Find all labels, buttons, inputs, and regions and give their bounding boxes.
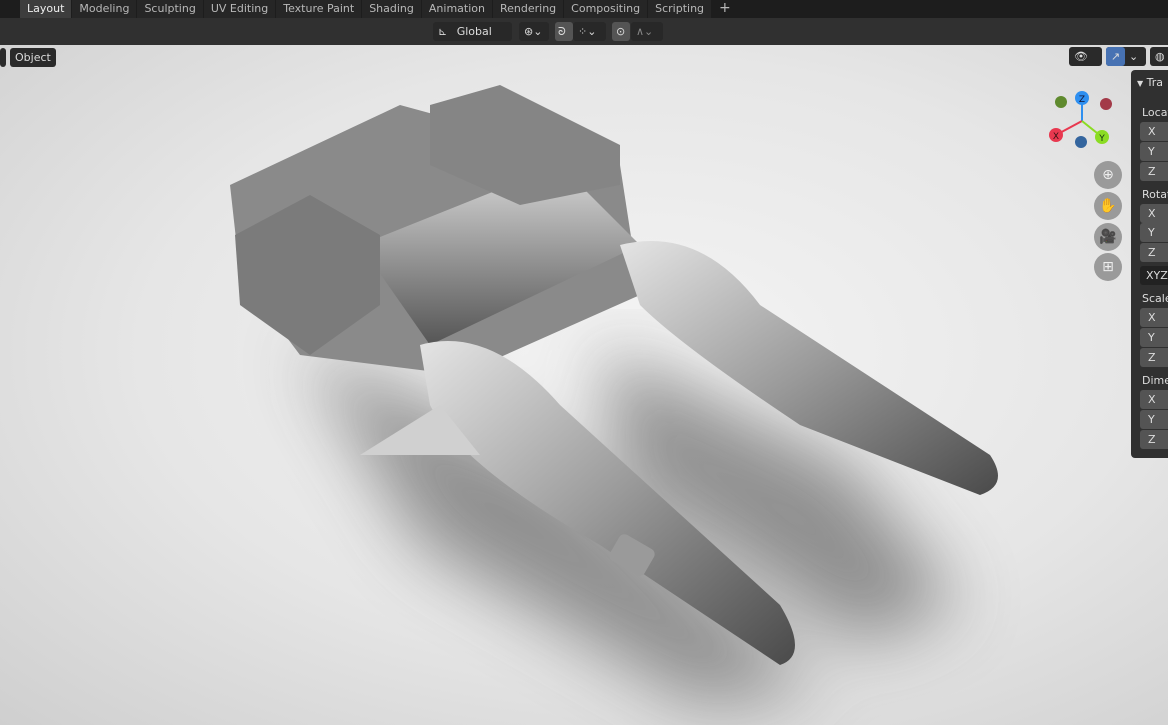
panel-header[interactable]: ▼ Tra — [1137, 76, 1168, 89]
shading-button[interactable]: ◍ — [1150, 47, 1168, 66]
proportional-edit-icon: ⊙ — [616, 25, 626, 38]
rotation-x-field[interactable]: X — [1140, 204, 1168, 223]
transform-orientation-icon: ⊾ — [438, 25, 448, 38]
falloff-curve-icon: ∧⌄ — [636, 25, 654, 38]
neg-y-axis-handle — [1055, 96, 1067, 108]
collapse-triangle-icon: ▼ — [1137, 79, 1144, 88]
viewport-header: ⊾ Global ⌄ ⊛⌄ ᘐ ⁘⌄ ⊙ ∧⌄ — [0, 18, 1168, 57]
editor-type-button[interactable] — [0, 48, 6, 67]
snap-target-dropdown[interactable]: ⁘⌄ — [573, 22, 606, 41]
gizmo-icon: ↗ — [1106, 47, 1125, 66]
pan-button[interactable]: ✋ — [1094, 192, 1122, 220]
tab-texture-paint[interactable]: Texture Paint — [276, 0, 362, 18]
3d-viewport[interactable]: Object 👁⌄ ↗ ⌄ ◍ Z X Y ⊕ ✋ 🎥 ⊞ — [0, 45, 1168, 725]
rotation-z-field[interactable]: Z — [1140, 243, 1168, 262]
location-y-field[interactable]: Y — [1140, 142, 1168, 161]
visibility-dropdown[interactable]: 👁⌄ — [1069, 47, 1102, 82]
tab-uv-editing[interactable]: UV Editing — [203, 0, 276, 18]
neg-z-axis-handle — [1075, 136, 1087, 148]
dimensions-x-field[interactable]: X — [1140, 390, 1168, 409]
snap-grid-icon: ⁘⌄ — [578, 25, 597, 38]
proportional-edit-toggle[interactable]: ⊙ — [612, 22, 630, 41]
zoom-button[interactable]: ⊕ — [1094, 161, 1122, 189]
chevron-down-icon: ⌄ — [1129, 50, 1139, 63]
tab-modeling[interactable]: Modeling — [72, 0, 137, 18]
orientation-label: Global — [456, 25, 492, 38]
camera-icon: 🎥 — [1099, 229, 1117, 245]
tab-scripting[interactable]: Scripting — [648, 0, 712, 18]
z-axis-label: Z — [1079, 95, 1085, 105]
scale-y-field[interactable]: Y — [1140, 328, 1168, 347]
perspective-toggle-button[interactable]: ⊞ — [1094, 253, 1122, 281]
location-x-field[interactable]: X — [1140, 122, 1168, 141]
rotation-label: Rotat — [1142, 188, 1168, 201]
gizmo-dropdown[interactable]: ↗ ⌄ — [1106, 47, 1146, 66]
location-label: Locat — [1142, 106, 1168, 119]
tab-shading[interactable]: Shading — [362, 0, 421, 18]
zoom-icon: ⊕ — [1102, 167, 1114, 183]
render-scene — [230, 85, 998, 705]
neg-x-axis-handle — [1100, 98, 1112, 110]
tab-layout[interactable]: Layout — [20, 0, 72, 18]
navigation-gizmo[interactable]: Z X Y — [1044, 88, 1120, 152]
x-axis-label: X — [1053, 132, 1059, 142]
tab-animation[interactable]: Animation — [421, 0, 492, 18]
camera-view-button[interactable]: 🎥 — [1094, 223, 1122, 251]
falloff-dropdown[interactable]: ∧⌄ — [631, 22, 663, 41]
dimensions-y-field[interactable]: Y — [1140, 410, 1168, 429]
add-workspace-button[interactable]: + — [712, 0, 738, 18]
object-mode-dropdown[interactable]: Object — [10, 48, 56, 67]
transform-panel: ▼ Tra Locat X Y Z Rotat X Y Z XYZ Scale … — [1131, 70, 1168, 458]
rotation-y-field[interactable]: Y — [1140, 223, 1168, 242]
y-axis-label: Y — [1098, 134, 1105, 144]
tab-compositing[interactable]: Compositing — [564, 0, 648, 18]
scale-label: Scale — [1142, 292, 1168, 305]
pivot-point-dropdown[interactable]: ⊛⌄ — [519, 22, 549, 41]
tab-sculpting[interactable]: Sculpting — [137, 0, 203, 18]
grid-perspective-icon: ⊞ — [1102, 259, 1114, 275]
sphere-shading-icon: ◍ — [1155, 50, 1165, 63]
pivot-point-icon: ⊛⌄ — [524, 25, 543, 38]
location-z-field[interactable]: Z — [1140, 162, 1168, 181]
scale-z-field[interactable]: Z — [1140, 348, 1168, 367]
workspace-tabs: Layout Modeling Sculpting UV Editing Tex… — [0, 0, 1168, 18]
scale-x-field[interactable]: X — [1140, 308, 1168, 327]
rotation-mode-dropdown[interactable]: XYZ — [1140, 266, 1168, 285]
dimensions-z-field[interactable]: Z — [1140, 430, 1168, 449]
magnet-icon: ᘐ — [558, 25, 566, 38]
snap-toggle[interactable]: ᘐ — [555, 22, 573, 41]
orientation-dropdown[interactable]: ⊾ Global ⌄ — [433, 22, 512, 57]
tab-rendering[interactable]: Rendering — [492, 0, 564, 18]
hand-pan-icon: ✋ — [1099, 198, 1117, 214]
dimensions-label: Dime — [1142, 374, 1168, 387]
